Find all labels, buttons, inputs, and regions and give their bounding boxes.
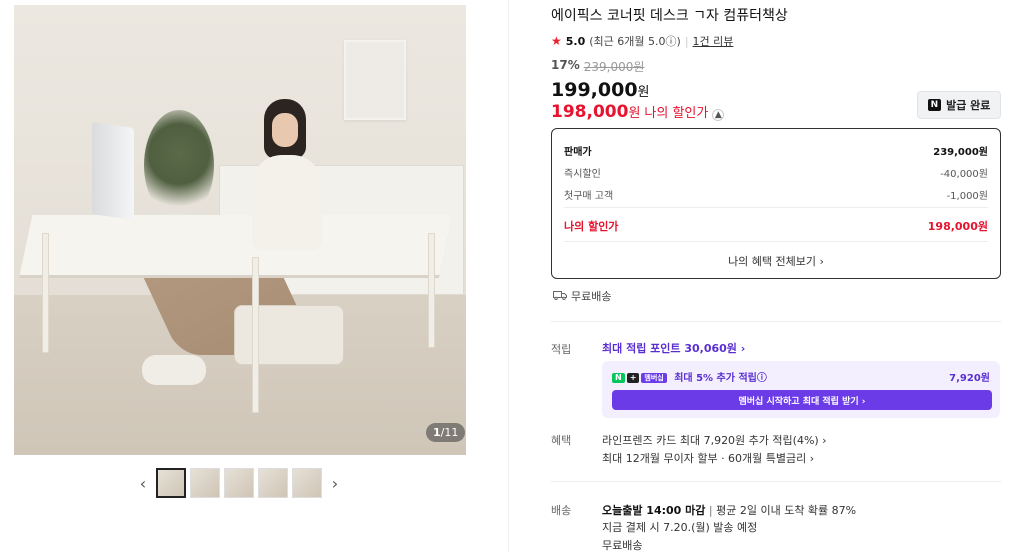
breakdown-row-sale: 판매가 239,000원 <box>564 147 988 158</box>
review-link[interactable]: 1건 리뷰 <box>693 33 734 49</box>
breakdown-row-first-buy: 첫구매 고객 -1,000원 <box>564 191 988 202</box>
delivery-deadline-row: 오늘출발 14:00 마감 | 평균 2일 이내 도착 확률 87% <box>602 504 857 517</box>
original-price: 239,000원 <box>583 60 645 74</box>
image-plant <box>144 110 214 220</box>
image-slippers <box>142 355 206 385</box>
section-divider <box>551 321 1001 322</box>
image-person-body <box>252 155 322 250</box>
naver-badge-icon: N <box>927 99 942 111</box>
image-chair <box>234 305 344 365</box>
thumbnail[interactable] <box>190 468 220 498</box>
rating-detail[interactable]: (최근 6개월 5.0ⓘ) <box>589 33 681 49</box>
discount-percent: 17% <box>551 58 580 72</box>
price-breakdown-box: 판매가 239,000원 즉시할인 -40,000원 첫구매 고객 -1,000원 나… <box>551 128 1001 279</box>
points-label: 적립 <box>551 343 572 356</box>
delivery-dispatch: 지금 결제 시 7.20.(월) 발송 예정 <box>602 521 758 534</box>
thumbnail[interactable] <box>292 468 322 498</box>
coupon-issued-button[interactable]: N 발급 완료 <box>917 91 1001 119</box>
image-counter: 1/11 <box>426 423 466 442</box>
original-price-row: 17% 239,000원 <box>551 58 644 75</box>
my-price-value: 198,000 <box>551 102 629 122</box>
rating-summary: ★ 5.0 (최근 6개월 5.0ⓘ) | 1건 리뷰 <box>551 33 733 49</box>
section-divider <box>551 481 1001 482</box>
sale-price: 199,000원 <box>551 79 650 101</box>
product-title: 에이픽스 코너핏 데스크 ㄱ자 컴퓨터책상 <box>551 8 788 24</box>
installment-benefit-link[interactable]: 최대 12개월 무이자 할부 · 60개월 특별금리 › <box>602 450 814 466</box>
thumbnail[interactable] <box>258 468 288 498</box>
membership-start-button[interactable]: 멤버십 시작하고 최대 적립 받기 › <box>612 390 992 410</box>
chevron-right-icon[interactable]: › <box>326 474 344 493</box>
chevron-up-icon[interactable]: ▲ <box>712 109 725 121</box>
image-person-face <box>272 113 298 147</box>
my-price-label: 나의 할인가 <box>644 106 709 121</box>
membership-text: 최대 5% 추가 적립ⓘ <box>674 373 767 384</box>
star-icon: ★ <box>551 34 562 48</box>
image-monitor <box>92 122 134 220</box>
coupon-button-label: 발급 완료 <box>946 99 991 112</box>
max-points-link[interactable]: 최대 적립 포인트 30,060원 › <box>602 340 745 356</box>
breakdown-divider <box>564 241 988 242</box>
membership-amount: 7,920원 <box>949 373 990 384</box>
thumbnail-strip: ‹ › <box>134 466 346 500</box>
delivery-label: 배송 <box>551 504 572 517</box>
rating-separator: | <box>684 34 689 48</box>
free-shipping-row: 무료배송 <box>553 288 611 304</box>
image-desk-leg <box>252 257 259 413</box>
thumbnail[interactable] <box>224 468 254 498</box>
membership-box: N + 멤버십 최대 5% 추가 적립ⓘ 7,920원 멤버십 시작하고 최대 … <box>602 361 1000 418</box>
rating-score: 5.0 <box>565 34 586 48</box>
breakdown-divider <box>564 207 988 208</box>
image-desk-leg <box>42 233 49 353</box>
image-wall-frame <box>344 40 406 120</box>
breakdown-row-instant: 즉시할인 -40,000원 <box>564 169 988 180</box>
image-desk-leg <box>428 233 435 348</box>
chevron-left-icon[interactable]: ‹ <box>134 474 152 493</box>
image-desk-top <box>19 215 453 275</box>
breakdown-row-my-price: 나의 할인가 198,000원 <box>564 220 988 233</box>
membership-row: N + 멤버십 최대 5% 추가 적립ⓘ 7,920원 <box>612 369 990 384</box>
membership-tags: N + 멤버십 <box>612 373 667 383</box>
card-benefit-link[interactable]: 라인프렌즈 카드 최대 7,920원 추가 적립(4%) › <box>602 432 827 448</box>
delivery-free: 무료배송 <box>602 539 643 552</box>
benefits-label: 혜택 <box>551 434 572 447</box>
my-discount-price[interactable]: 198,000원 나의 할인가 ▲ <box>551 102 725 122</box>
view-all-benefits-link[interactable]: 나의 혜택 전체보기 › <box>552 253 1000 269</box>
truck-icon <box>553 290 567 303</box>
column-divider <box>508 0 509 552</box>
product-main-image[interactable]: 1/11 <box>14 5 466 455</box>
thumbnail[interactable] <box>156 468 186 498</box>
